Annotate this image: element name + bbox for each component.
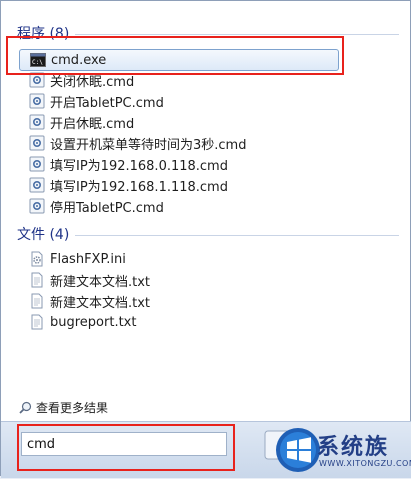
magnifier-icon <box>19 401 32 414</box>
list-item-script[interactable]: 填写IP为192.168.1.118.cmd <box>29 175 339 195</box>
list-item-text-file[interactable]: bugreport.txt <box>29 312 339 332</box>
list-item-script[interactable]: 停用TabletPC.cmd <box>29 196 339 216</box>
list-item-label: 开启TabletPC.cmd <box>50 95 164 111</box>
see-more-results-link[interactable]: 查看更多结果 <box>19 399 108 416</box>
script-icon <box>29 72 45 88</box>
start-menu-search-results: 程序 (8) C:\ cmd.exe 关闭休眠.cmd 开启TabletPC.c… <box>0 0 411 478</box>
text-file-icon <box>29 314 45 330</box>
list-item-text-file[interactable]: 新建文本文档.txt <box>29 270 339 290</box>
script-icon <box>29 93 45 109</box>
script-icon <box>29 135 45 151</box>
list-item-script[interactable]: 开启休眠.cmd <box>29 112 339 132</box>
text-file-icon <box>29 272 45 288</box>
list-item-label: 开启休眠.cmd <box>50 116 135 132</box>
programs-section-header: 程序 (8) <box>17 23 399 43</box>
list-item-label: 填写IP为192.168.0.118.cmd <box>50 158 228 174</box>
section-divider <box>75 33 399 35</box>
list-item-script[interactable]: 关闭休眠.cmd <box>29 70 339 90</box>
ini-file-icon <box>29 251 45 267</box>
script-icon <box>29 156 45 172</box>
list-item-label: 填写IP为192.168.1.118.cmd <box>50 179 228 195</box>
files-section-header: 文件 (4) <box>17 224 399 244</box>
script-icon <box>29 198 45 214</box>
section-divider <box>75 234 399 236</box>
list-item-script[interactable]: 设置开机菜单等待时间为3秒.cmd <box>29 133 339 153</box>
list-item-label: cmd.exe <box>51 52 107 68</box>
list-item-script[interactable]: 开启TabletPC.cmd <box>29 91 339 111</box>
list-item-label: 新建文本文档.txt <box>50 274 151 290</box>
list-item-cmd-exe[interactable]: C:\ cmd.exe <box>19 49 339 71</box>
watermark-text: 系统族 <box>317 435 390 460</box>
script-icon <box>29 177 45 193</box>
files-header-label: 文件 (4) <box>17 227 70 243</box>
list-item-label: bugreport.txt <box>50 314 137 330</box>
list-item-label: 设置开机菜单等待时间为3秒.cmd <box>50 137 247 153</box>
cmd-icon: C:\ <box>30 52 46 68</box>
list-item-ini-file[interactable]: FlashFXP.ini <box>29 249 339 269</box>
text-file-icon <box>29 293 45 309</box>
list-item-script[interactable]: 填写IP为192.168.0.118.cmd <box>29 154 339 174</box>
list-item-label: 关闭休眠.cmd <box>50 74 135 90</box>
list-item-label: FlashFXP.ini <box>50 251 126 267</box>
search-input[interactable] <box>21 432 227 456</box>
svg-text:C:\: C:\ <box>32 59 43 66</box>
list-item-label: 新建文本文档.txt <box>50 295 151 311</box>
watermark-url: WWW.XITONGZU.COM <box>319 459 411 468</box>
programs-header-label: 程序 (8) <box>17 26 70 42</box>
list-item-text-file[interactable]: 新建文本文档.txt <box>29 291 339 311</box>
script-icon <box>29 114 45 130</box>
see-more-label: 查看更多结果 <box>36 401 109 415</box>
list-item-label: 停用TabletPC.cmd <box>50 200 164 216</box>
